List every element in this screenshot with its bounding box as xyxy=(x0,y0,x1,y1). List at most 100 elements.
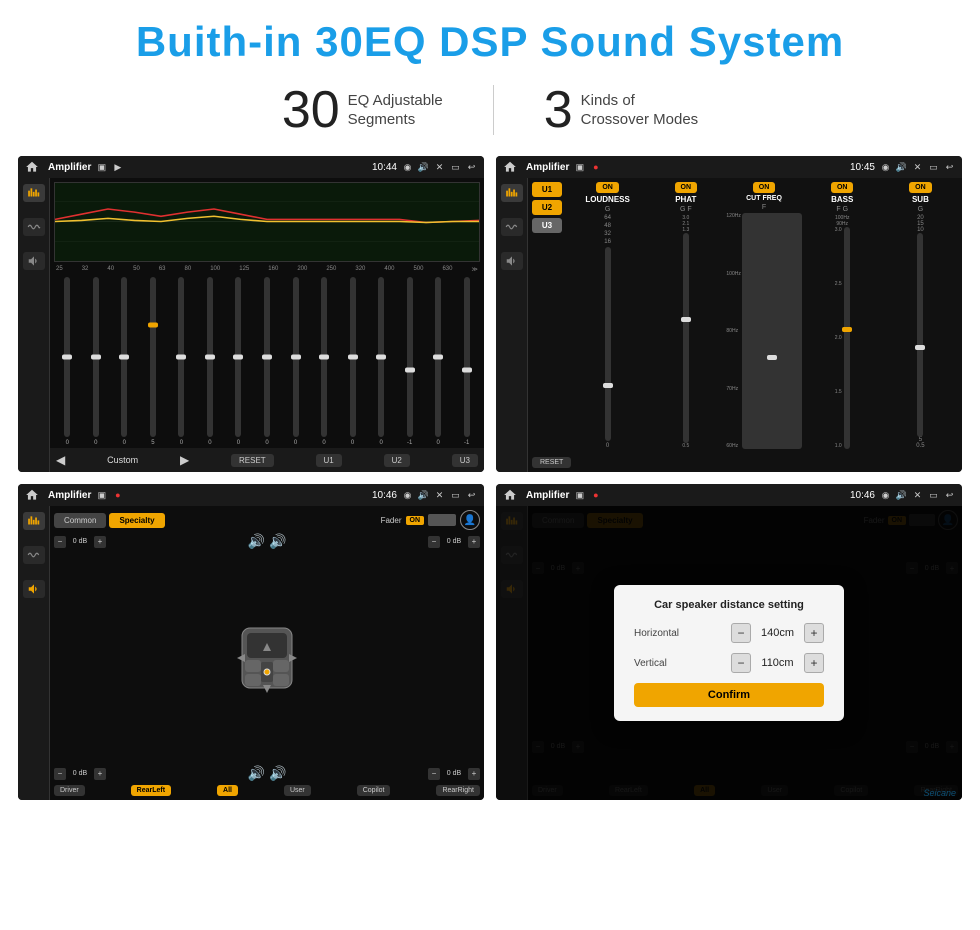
btn-copilot-3[interactable]: Copilot xyxy=(357,785,391,796)
eq-icon-2[interactable] xyxy=(501,184,523,202)
screen1-status-bar: Amplifier ▣ ▶ 10:44 ◉ 🔊 ✕ ▭ ↩ xyxy=(18,156,484,178)
stat2: 3 Kinds of Crossover Modes xyxy=(494,84,748,136)
btn-all-3[interactable]: All xyxy=(217,785,238,796)
cross-main: U1 U2 U3 ON LOUDNESS G 64 48 xyxy=(528,178,962,472)
btn-rearright-3[interactable]: RearRight xyxy=(436,785,480,796)
spk-br-minus[interactable]: − xyxy=(428,768,440,780)
screen4-right-icons: ◉ 🔊 ✕ ▭ ↩ xyxy=(879,489,956,502)
pause-icon-2: ▣ xyxy=(573,161,586,174)
eq-slider-6[interactable]: 0 xyxy=(197,275,224,446)
cross-u1-button[interactable]: U1 xyxy=(532,182,562,197)
wave-icon-2[interactable] xyxy=(501,218,523,236)
eq-slider-15[interactable]: -1 xyxy=(453,275,480,446)
dialog-vertical-row: Vertical − 110cm + xyxy=(634,653,824,673)
home-icon-3[interactable] xyxy=(24,487,40,503)
horizontal-minus-button[interactable]: − xyxy=(731,623,751,643)
screen1-time: 10:44 xyxy=(372,162,397,173)
cross-u2-button[interactable]: U2 xyxy=(532,200,562,215)
eq-slider-5[interactable]: 0 xyxy=(168,275,195,446)
channel-sub: ON SUB G 20 15 10 5 0.5 xyxy=(883,182,958,449)
speaker-icon[interactable] xyxy=(23,252,45,270)
cross-presets: U1 U2 U3 xyxy=(532,182,562,449)
channel-loudness: ON LOUDNESS G 64 48 32 16 xyxy=(570,182,645,449)
tab-specialty-3[interactable]: Specialty xyxy=(109,513,164,528)
eq-next-button[interactable]: ▶ xyxy=(180,453,189,467)
eq-icon-3[interactable] xyxy=(23,512,45,530)
spk-bl-minus[interactable]: − xyxy=(54,768,66,780)
location-icon: ◉ xyxy=(401,161,414,174)
page-header: Buith-in 30EQ DSP Sound System xyxy=(0,0,980,76)
btn-rearleft-3[interactable]: RearLeft xyxy=(131,785,171,796)
eq-reset-button[interactable]: RESET xyxy=(231,454,274,467)
stat2-number: 3 xyxy=(544,84,573,136)
eq-slider-13[interactable]: -1 xyxy=(396,275,423,446)
dist-screen-body: Common Specialty Fader ON 👤 − 0 dB xyxy=(496,506,962,800)
dialog-title: Car speaker distance setting xyxy=(634,599,824,611)
sub-on-btn[interactable]: ON xyxy=(909,182,932,193)
spk-tr-minus[interactable]: − xyxy=(428,536,440,548)
wave-icon-3[interactable] xyxy=(23,546,45,564)
screen1-eq: Amplifier ▣ ▶ 10:44 ◉ 🔊 ✕ ▭ ↩ xyxy=(18,156,484,472)
amp-tabs: Common Specialty xyxy=(54,513,165,528)
cutfreq-on-btn[interactable]: ON xyxy=(753,182,776,193)
screen2-app-title: Amplifier xyxy=(526,162,569,173)
spk-tl-minus[interactable]: − xyxy=(54,536,66,548)
loudness-on-btn[interactable]: ON xyxy=(596,182,619,193)
eq-slider-3[interactable]: 0 xyxy=(111,275,138,446)
tab-common-3[interactable]: Common xyxy=(54,513,106,528)
eq-icon[interactable] xyxy=(23,184,45,202)
eq-slider-7[interactable]: 0 xyxy=(225,275,252,446)
vertical-minus-button[interactable]: − xyxy=(731,653,751,673)
btn-user-3[interactable]: User xyxy=(284,785,311,796)
minimize-icon-3: ▭ xyxy=(449,489,462,502)
eq-u3-button[interactable]: U3 xyxy=(452,454,478,467)
eq-slider-14[interactable]: 0 xyxy=(425,275,452,446)
cross-reset-button[interactable]: RESET xyxy=(532,457,571,468)
spk-bl-plus[interactable]: + xyxy=(94,768,106,780)
speaker-tr-icon: 🔊 xyxy=(269,533,286,550)
cross-u3-button[interactable]: U3 xyxy=(532,218,562,233)
eq-slider-11[interactable]: 0 xyxy=(339,275,366,446)
spk-br-plus[interactable]: + xyxy=(468,768,480,780)
screen4-time: 10:46 xyxy=(850,490,875,501)
home-icon-2[interactable] xyxy=(502,159,518,175)
btn-driver-3[interactable]: Driver xyxy=(54,785,85,796)
back-icon: ↩ xyxy=(465,161,478,174)
crossover-screen-body: U1 U2 U3 ON LOUDNESS G 64 48 xyxy=(496,178,962,472)
horizontal-plus-button[interactable]: + xyxy=(804,623,824,643)
spk-tl-plus[interactable]: + xyxy=(94,536,106,548)
home-icon-4[interactable] xyxy=(502,487,518,503)
eq-slider-9[interactable]: 0 xyxy=(282,275,309,446)
screen3-amp: Amplifier ▣ ● 10:46 ◉ 🔊 ✕ ▭ ↩ xyxy=(18,484,484,800)
screen2-time: 10:45 xyxy=(850,162,875,173)
vertical-plus-button[interactable]: + xyxy=(804,653,824,673)
page-title: Buith-in 30EQ DSP Sound System xyxy=(0,18,980,66)
eq-slider-1[interactable]: 0 xyxy=(54,275,81,446)
eq-screen-body: 253240506380100125160200250320400500630≫… xyxy=(18,178,484,472)
spk-tr-plus[interactable]: + xyxy=(468,536,480,548)
eq-prev-button[interactable]: ◀ xyxy=(56,453,65,467)
eq-slider-4[interactable]: 5 xyxy=(140,275,167,446)
close-icon-3: ✕ xyxy=(433,489,446,502)
eq-slider-8[interactable]: 0 xyxy=(254,275,281,446)
eq-slider-2[interactable]: 0 xyxy=(83,275,110,446)
eq-slider-10[interactable]: 0 xyxy=(311,275,338,446)
eq-u1-button[interactable]: U1 xyxy=(316,454,342,467)
wave-icon[interactable] xyxy=(23,218,45,236)
eq-slider-12[interactable]: 0 xyxy=(368,275,395,446)
confirm-button[interactable]: Confirm xyxy=(634,683,824,707)
car-top-view-svg xyxy=(227,618,307,698)
location-icon-2: ◉ xyxy=(879,161,892,174)
vertical-label: Vertical xyxy=(634,658,694,669)
speaker-icon-3[interactable] xyxy=(23,580,45,598)
fader-slider-3[interactable] xyxy=(428,514,456,526)
screen3-status-bar: Amplifier ▣ ● 10:46 ◉ 🔊 ✕ ▭ ↩ xyxy=(18,484,484,506)
eq-main: 253240506380100125160200250320400500630≫… xyxy=(50,178,484,472)
speaker-icon-2[interactable] xyxy=(501,252,523,270)
eq-u2-button[interactable]: U2 xyxy=(384,454,410,467)
phat-on-btn[interactable]: ON xyxy=(675,182,698,193)
bass-on-btn[interactable]: ON xyxy=(831,182,854,193)
home-icon[interactable] xyxy=(24,159,40,175)
profile-icon-3[interactable]: 👤 xyxy=(460,510,480,530)
vertical-stepper: − 110cm + xyxy=(731,653,824,673)
